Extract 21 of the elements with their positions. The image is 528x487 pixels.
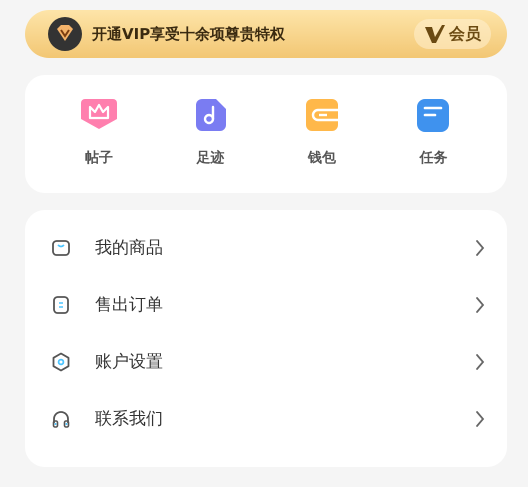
vip-logo-icon: [424, 24, 446, 44]
settings-icon: [51, 352, 71, 372]
bag-icon: [51, 238, 71, 258]
vip-banner[interactable]: 开通VIP享受十余项尊贵特权 会员: [25, 10, 507, 58]
menu-item[interactable]: 我的商品: [25, 219, 507, 276]
receipt-icon: [51, 294, 71, 314]
headphones-icon: [51, 408, 71, 428]
chevron-right-icon: [475, 238, 485, 256]
menu-item[interactable]: 售出订单: [25, 276, 507, 333]
menu-item[interactable]: 账户设置: [25, 333, 507, 390]
member-label: 会员: [449, 24, 481, 44]
menu-item[interactable]: 联系我们: [25, 390, 507, 447]
chevron-right-icon: [475, 296, 485, 314]
vip-promo-text: 开通VIP享受十余项尊贵特权: [92, 24, 286, 44]
shortcut-button[interactable]: 足迹: [154, 95, 266, 167]
shortcut-button[interactable]: 帖子: [43, 95, 154, 167]
vip-member-badge[interactable]: 会员: [414, 19, 491, 49]
chevron-right-icon: [475, 352, 485, 370]
shortcut-button[interactable]: 任务: [378, 95, 489, 167]
chevron-right-icon: [475, 410, 485, 428]
shortcut-button[interactable]: 钱包: [266, 95, 378, 167]
